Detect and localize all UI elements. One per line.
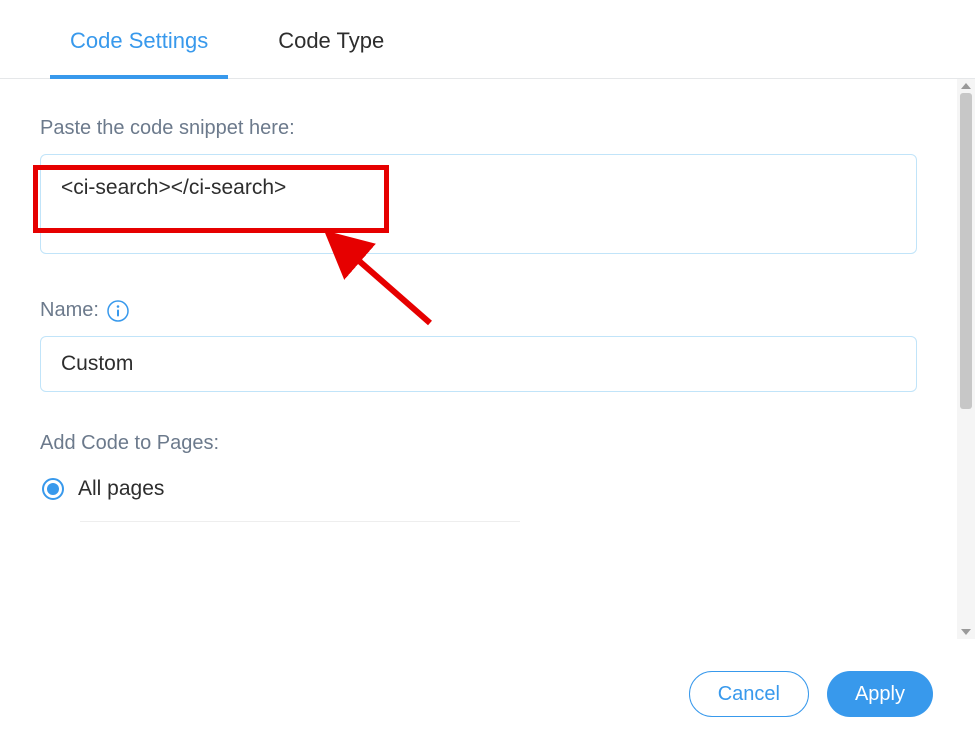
radio-all-pages-label: All pages bbox=[78, 477, 164, 501]
vertical-scrollbar[interactable] bbox=[957, 79, 975, 639]
tab-bar: Code Settings Code Type bbox=[0, 0, 975, 79]
footer-actions: Cancel Apply bbox=[0, 660, 975, 750]
name-input[interactable] bbox=[40, 336, 917, 392]
apply-button[interactable]: Apply bbox=[827, 671, 933, 717]
tab-code-settings[interactable]: Code Settings bbox=[50, 0, 228, 78]
name-label-row: Name: bbox=[40, 299, 917, 322]
snippet-label: Paste the code snippet here: bbox=[40, 117, 917, 140]
name-label: Name: bbox=[40, 299, 99, 322]
radio-all-pages-row[interactable]: All pages bbox=[80, 469, 520, 522]
scroll-thumb[interactable] bbox=[960, 93, 972, 409]
radio-all-pages[interactable] bbox=[42, 478, 64, 500]
cancel-button[interactable]: Cancel bbox=[689, 671, 809, 717]
info-icon[interactable] bbox=[107, 300, 129, 322]
pages-label: Add Code to Pages: bbox=[40, 432, 917, 455]
scroll-up-icon[interactable] bbox=[961, 83, 971, 89]
pages-field-group: Add Code to Pages: All pages bbox=[40, 432, 917, 522]
form-content: Paste the code snippet here: <ci-search>… bbox=[0, 79, 957, 639]
name-field-group: Name: bbox=[40, 299, 917, 392]
tab-code-type[interactable]: Code Type bbox=[258, 0, 404, 78]
snippet-input[interactable]: <ci-search></ci-search> bbox=[40, 154, 917, 254]
snippet-field-group: Paste the code snippet here: <ci-search>… bbox=[40, 117, 917, 259]
scroll-down-icon[interactable] bbox=[961, 629, 971, 635]
